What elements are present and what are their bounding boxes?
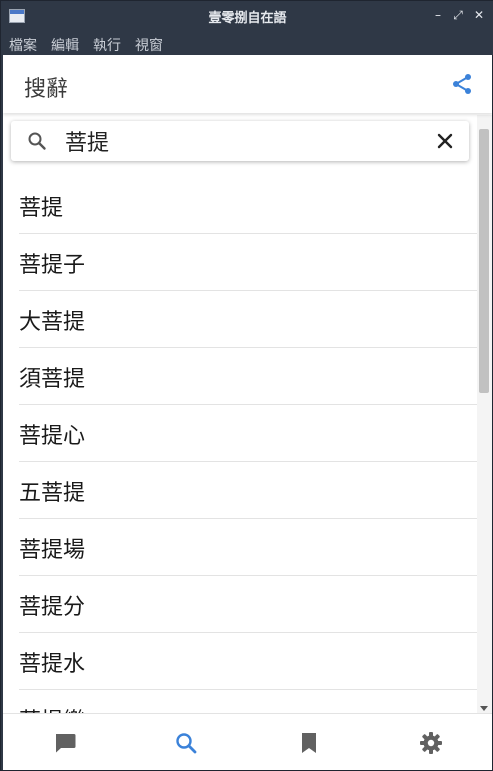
list-item[interactable]: 菩提子 xyxy=(19,234,477,291)
app-bar: 搜辭 xyxy=(3,55,492,113)
list-item[interactable]: 大菩提 xyxy=(19,291,477,348)
chat-icon[interactable] xyxy=(52,730,78,756)
list-item[interactable]: 五菩提 xyxy=(19,462,477,519)
window-title: 壹零捌自在語 xyxy=(208,11,287,26)
list-item[interactable]: 菩提水 xyxy=(19,633,477,690)
list-item[interactable]: 須菩提 xyxy=(19,348,477,405)
search-bar xyxy=(11,121,469,161)
bookmark-icon[interactable] xyxy=(296,730,322,756)
list-item[interactable]: 菩提場 xyxy=(19,519,477,576)
list-item[interactable]: 菩提樂 xyxy=(19,690,477,713)
clear-search-icon[interactable] xyxy=(435,131,455,151)
share-icon[interactable] xyxy=(450,72,474,96)
app-content: 搜辭 菩提 菩提 菩提子 大菩提 須菩提 菩提心 五菩提 菩提場 菩提分 菩提水 xyxy=(3,55,492,770)
result-label: 須菩提 xyxy=(19,367,86,392)
results-list[interactable]: 菩提 菩提子 大菩提 須菩提 菩提心 五菩提 菩提場 菩提分 菩提水 xyxy=(3,177,477,713)
maximize-button[interactable]: ⤢ xyxy=(450,7,466,23)
settings-icon[interactable] xyxy=(418,730,444,756)
list-item[interactable]: 菩提 xyxy=(19,177,477,234)
list-item[interactable]: 菩提分 xyxy=(19,576,477,633)
page-title: 搜辭 xyxy=(24,77,69,102)
scrollbar[interactable] xyxy=(477,115,492,713)
bottom-nav xyxy=(3,713,492,770)
result-label: 大菩提 xyxy=(19,310,86,335)
search-input[interactable] xyxy=(65,125,425,157)
result-label: 菩提分 xyxy=(19,595,86,620)
menu-edit[interactable]: 編輯 xyxy=(51,35,79,55)
result-label: 菩提子 xyxy=(19,253,86,278)
minimize-button[interactable]: – xyxy=(430,7,446,23)
result-label: 菩提場 xyxy=(19,538,86,563)
result-label: 菩提水 xyxy=(19,652,86,677)
title-bar[interactable]: 壹零捌自在語 – ⤢ ✕ xyxy=(1,1,493,31)
menu-file[interactable]: 檔案 xyxy=(9,35,37,55)
scroll-thumb[interactable] xyxy=(479,129,489,393)
list-item[interactable]: 菩提心 xyxy=(19,405,477,462)
menu-run[interactable]: 執行 xyxy=(93,35,121,55)
result-label: 菩提 xyxy=(19,196,64,221)
scroll-down-arrow-icon[interactable] xyxy=(480,706,488,711)
close-window-button[interactable]: ✕ xyxy=(471,7,487,23)
app-window: 壹零捌自在語 – ⤢ ✕ 檔案 編輯 執行 視窗 搜辭 菩提 菩提 菩提子 大菩… xyxy=(0,0,493,771)
menu-bar: 檔案 編輯 執行 視窗 xyxy=(1,31,493,55)
search-icon xyxy=(27,131,47,151)
search-icon[interactable] xyxy=(173,730,199,756)
result-label: 菩提樂 xyxy=(19,703,85,713)
menu-window[interactable]: 視窗 xyxy=(135,35,163,55)
result-label: 五菩提 xyxy=(19,481,86,506)
result-label: 菩提心 xyxy=(19,424,86,449)
